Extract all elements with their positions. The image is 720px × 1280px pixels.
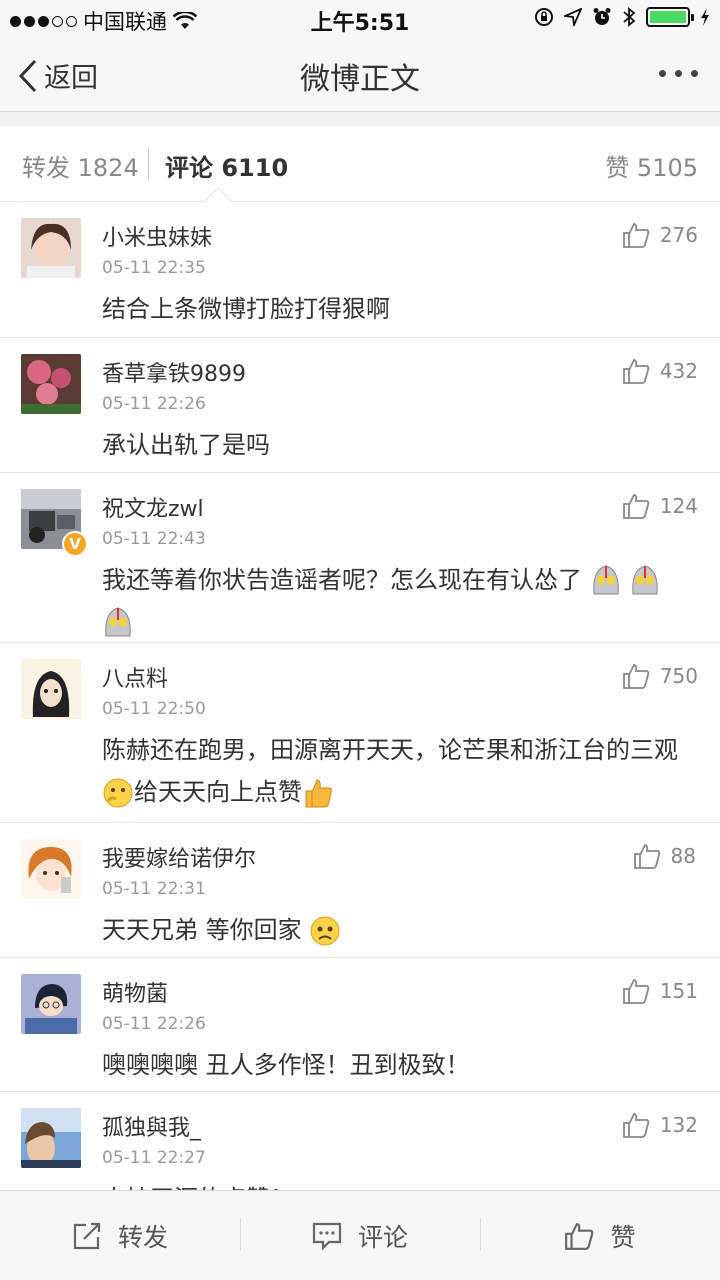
avatar[interactable] xyxy=(21,839,81,899)
comment-like-count: 276 xyxy=(659,223,698,247)
comment-text-block: 天天兄弟 等你回家 xyxy=(102,909,700,951)
comment-text: 承认出轨了是吗 xyxy=(102,431,270,459)
thumbs-up-icon xyxy=(622,1113,650,1138)
like-label: 赞 xyxy=(610,1223,636,1252)
comment-item[interactable]: 八点料 05-11 22:50 陈赫还在跑男，田源离开天天，论芒果和浙江台的三观… xyxy=(0,643,720,823)
comment-item[interactable]: 香草拿铁9899 05-11 22:26 承认出轨了是吗 432 xyxy=(0,338,720,473)
ultraman-emoji-icon xyxy=(632,565,659,595)
comment-like-count: 124 xyxy=(659,494,698,518)
page-title: 微博正文 xyxy=(300,62,420,97)
comment-label: 评论 xyxy=(357,1223,408,1252)
verified-badge: V xyxy=(62,531,88,557)
comment-like-button[interactable]: 750 xyxy=(622,663,698,689)
comment-text-block: 陈赫还在跑男，田源离开天天，论芒果和浙江台的三观给天天向上点赞 xyxy=(102,729,700,813)
comment-like-button[interactable]: 132 xyxy=(622,1112,698,1138)
tab-repost[interactable]: 转发 1824 xyxy=(22,148,139,183)
thumbs-up-icon xyxy=(633,844,660,869)
comment-username[interactable]: 香草拿铁9899 xyxy=(102,356,246,388)
comment-like-count: 432 xyxy=(659,359,698,383)
comment-time: 05-11 22:50 xyxy=(102,699,206,719)
avatar[interactable] xyxy=(21,659,81,719)
tab-comment-count: 6110 xyxy=(221,154,289,182)
thumbs-up-icon xyxy=(622,979,650,1004)
comment-like-button[interactable]: 432 xyxy=(622,358,698,384)
thumbs-up-icon xyxy=(622,223,650,248)
comment-like-count: 132 xyxy=(659,1113,698,1137)
thumbs-up-emoji-icon xyxy=(305,779,332,808)
ultraman-emoji-icon xyxy=(105,607,131,637)
comment-like-count: 750 xyxy=(659,664,698,688)
tab-like[interactable]: 赞 5105 xyxy=(605,148,698,183)
comment-username[interactable]: 祝文龙zwl xyxy=(102,491,204,523)
rotation-lock-icon xyxy=(535,8,553,26)
comment-time: 05-11 22:35 xyxy=(102,258,206,278)
tab-comment-label: 评论 xyxy=(165,154,213,182)
tab-like-label: 赞 xyxy=(605,154,630,182)
tab-bar: 转发 1824 评论 6110 赞 5105 xyxy=(0,126,720,202)
comment-time: 05-11 22:31 xyxy=(102,879,206,899)
comment-item[interactable]: 我要嫁给诺伊尔 05-11 22:31 天天兄弟 等你回家 88 xyxy=(0,823,720,958)
nav-bar: 返回 微博正文 xyxy=(0,36,720,112)
bluetooth-icon xyxy=(623,7,636,27)
comment-text: 陈赫还在跑男，田源离开天天，论芒果和浙江台的三观 xyxy=(102,736,678,764)
ultraman-emoji-icon xyxy=(592,565,619,595)
sad-face-icon xyxy=(310,916,340,946)
thinking-face-icon xyxy=(103,778,133,808)
thumbs-up-icon xyxy=(622,664,650,689)
comment-username[interactable]: 我要嫁给诺伊尔 xyxy=(102,841,256,873)
status-right xyxy=(534,6,710,28)
tab-repost-label: 转发 xyxy=(22,154,70,182)
comment-like-button[interactable]: 88 xyxy=(633,843,696,869)
comment-time: 05-11 22:26 xyxy=(102,1014,206,1034)
comment-text-block: 我还等着你状告造谣者呢？怎么现在有认怂了 xyxy=(102,559,700,643)
comment-like-button[interactable]: 151 xyxy=(622,978,698,1004)
comment-icon xyxy=(312,1222,342,1250)
comment-item[interactable]: 萌物菌 05-11 22:26 噢噢噢噢 丑人多作怪！丑到极致！ 151 xyxy=(0,958,720,1092)
battery-icon xyxy=(646,7,694,27)
more-options-button[interactable] xyxy=(659,70,698,77)
comment-button[interactable]: 评论 xyxy=(240,1191,480,1280)
comment-item[interactable]: V 祝文龙zwl 05-11 22:43 我还等着你状告造谣者呢？怎么现在有认怂… xyxy=(0,473,720,643)
thumbs-up-icon xyxy=(622,494,650,519)
thumbs-up-icon xyxy=(565,1223,594,1250)
comment-time: 05-11 22:43 xyxy=(102,529,206,549)
charging-icon xyxy=(701,8,709,26)
comment-text: 结合上条微博打脸打得狠啊 xyxy=(102,295,390,323)
comment-time: 05-11 22:27 xyxy=(102,1148,206,1168)
repost-icon xyxy=(73,1222,101,1250)
avatar[interactable] xyxy=(21,974,81,1034)
comment-text: 噢噢噢噢 丑人多作怪！丑到极致！ xyxy=(102,1051,470,1079)
comment-like-count: 151 xyxy=(659,979,698,1003)
comment-like-button[interactable]: 124 xyxy=(622,493,698,519)
repost-label: 转发 xyxy=(117,1223,168,1252)
avatar[interactable] xyxy=(21,354,81,414)
comment-list[interactable]: 小米虫妹妹 05-11 22:35 结合上条微博打脸打得狠啊 276 香草拿铁9… xyxy=(0,202,720,1190)
bottom-action-bar: 转发 评论 赞 xyxy=(0,1190,720,1280)
comment-like-button[interactable]: 276 xyxy=(622,222,698,248)
comment-text: 我还等着你状告造谣者呢？怎么现在有认怂了 xyxy=(102,566,582,594)
comment-username[interactable]: 八点料 xyxy=(102,661,168,693)
comment-item[interactable]: 孤独與我_ 05-11 22:27 支持田源的点赞！ 132 xyxy=(0,1092,720,1190)
tab-comment[interactable]: 评论 6110 xyxy=(165,148,288,183)
like-button[interactable]: 赞 xyxy=(480,1191,720,1280)
tab-like-count: 5105 xyxy=(636,154,698,182)
status-bar: 中国联通 上午5:51 xyxy=(0,0,720,36)
comment-time: 05-11 22:26 xyxy=(102,394,206,414)
comment-username[interactable]: 小米虫妹妹 xyxy=(102,220,212,252)
tab-divider xyxy=(148,148,149,180)
comment-username[interactable]: 孤独與我_ xyxy=(102,1110,201,1142)
location-icon xyxy=(564,8,582,26)
comment-text-continued: 给天天向上点赞 xyxy=(134,778,302,806)
comment-text: 天天兄弟 等你回家 xyxy=(102,916,302,944)
comment-like-count: 88 xyxy=(670,844,696,868)
avatar[interactable] xyxy=(21,1108,81,1168)
comment-item[interactable]: 小米虫妹妹 05-11 22:35 结合上条微博打脸打得狠啊 276 xyxy=(0,202,720,338)
tab-repost-count: 1824 xyxy=(77,154,139,182)
thumbs-up-icon xyxy=(622,359,650,384)
comment-text: 支持田源的点赞！ xyxy=(102,1178,700,1190)
alarm-icon xyxy=(593,8,611,25)
comment-username[interactable]: 萌物菌 xyxy=(102,976,168,1008)
avatar[interactable] xyxy=(21,218,81,278)
repost-button[interactable]: 转发 xyxy=(0,1191,240,1280)
